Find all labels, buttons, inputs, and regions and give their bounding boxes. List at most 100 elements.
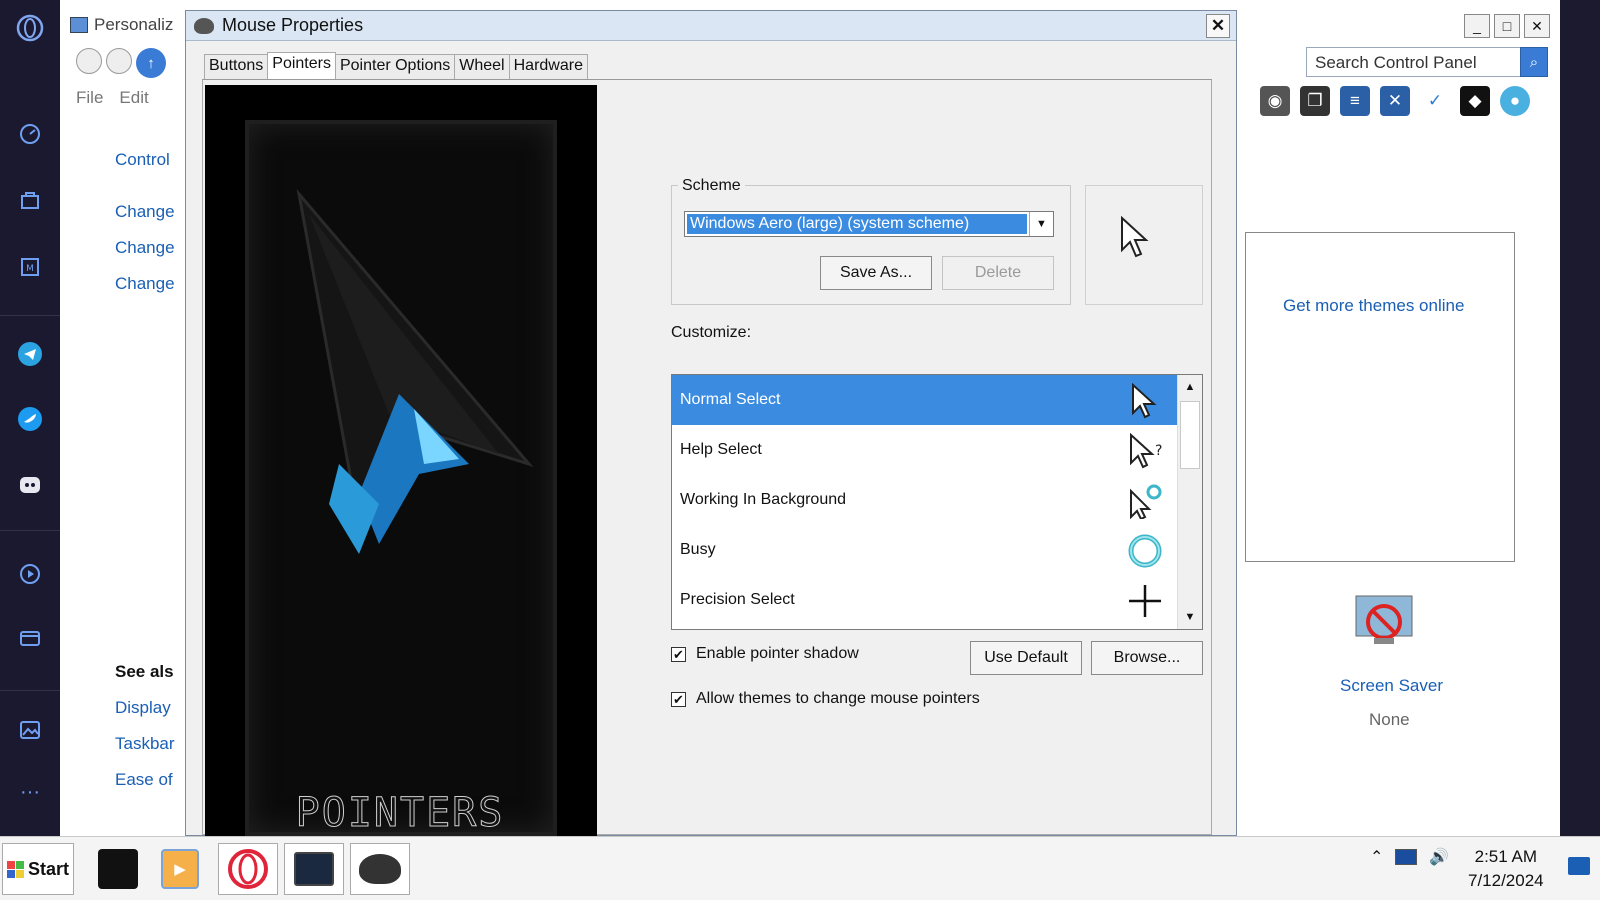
speed-dial-icon[interactable] <box>14 118 46 150</box>
enable-shadow-row[interactable]: ✔ Enable pointer shadow <box>671 645 859 663</box>
tray-expand-icon[interactable]: ⌃ <box>1370 847 1383 867</box>
artwork-frame <box>245 120 557 836</box>
dialog-close-button[interactable]: ✕ <box>1206 14 1230 38</box>
shopping-icon[interactable] <box>14 184 46 216</box>
start-button[interactable]: Start <box>2 843 74 895</box>
twitter-icon[interactable] <box>14 403 46 435</box>
change-link-1[interactable]: Change <box>115 202 175 222</box>
more-icon[interactable]: ··· <box>14 776 46 808</box>
minimize-button[interactable]: _ <box>1464 14 1490 38</box>
notifications-icon[interactable] <box>1568 857 1590 875</box>
clock-time: 2:51 AM <box>1474 847 1537 866</box>
screen-saver-value: None <box>1369 710 1410 729</box>
scroll-up-icon[interactable]: ▲ <box>1178 375 1202 399</box>
tab-buttons[interactable]: Buttons <box>204 54 269 81</box>
opera-logo-icon[interactable] <box>14 12 46 44</box>
system-clock[interactable]: 2:51 AM 7/12/2024 <box>1468 845 1544 893</box>
camera-icon[interactable]: ◉ <box>1260 86 1290 116</box>
opera-icon <box>228 849 268 889</box>
taskbar-app-1[interactable] <box>88 843 148 895</box>
back-button[interactable] <box>76 48 102 74</box>
mouse-app-icon <box>359 854 401 884</box>
see-also-heading: See als <box>115 662 174 681</box>
tab-pointers[interactable]: Pointers <box>267 52 336 79</box>
get-more-themes-link[interactable]: Get more themes online <box>1283 296 1464 316</box>
scroll-down-icon[interactable]: ▼ <box>1178 605 1202 629</box>
browser-sidebar: M ··· <box>0 0 60 836</box>
pointer-list[interactable]: Normal Select Help Select ? Working In B… <box>671 374 1203 630</box>
globe-icon[interactable]: ● <box>1500 86 1530 116</box>
clock-date: 7/12/2024 <box>1468 871 1544 890</box>
dialog-titlebar[interactable]: Mouse Properties ✕ <box>186 11 1236 41</box>
tag-icon[interactable]: ◆ <box>1460 86 1490 116</box>
taskbar-mouse-properties[interactable] <box>350 843 410 895</box>
taskbar-app-2[interactable]: ▶ <box>150 843 210 895</box>
arrow-cursor-icon <box>1132 383 1157 419</box>
mouse-icon <box>194 17 214 34</box>
discord-icon[interactable] <box>14 469 46 501</box>
close-button[interactable]: ✕ <box>1524 14 1550 38</box>
display-link[interactable]: Display <box>115 698 171 718</box>
list-item[interactable]: Help Select ? <box>672 425 1177 475</box>
busy-cursor-icon <box>1128 534 1162 568</box>
wallet-icon[interactable] <box>14 622 46 654</box>
checkmark-icon[interactable]: ✓ <box>1420 86 1450 116</box>
list-item[interactable]: Busy <box>672 525 1177 575</box>
tab-wheel[interactable]: Wheel <box>454 54 510 81</box>
control-panel-home-link[interactable]: Control <box>115 150 170 170</box>
ease-of-access-link[interactable]: Ease of <box>115 770 173 790</box>
allow-themes-label: Allow themes to change mouse pointers <box>696 690 980 707</box>
list-item[interactable]: Precision Select <box>672 575 1177 625</box>
scroll-thumb[interactable] <box>1180 401 1200 469</box>
document-icon[interactable]: ≡ <box>1340 86 1370 116</box>
volume-icon[interactable]: 🔊 <box>1429 847 1449 867</box>
player-icon[interactable] <box>14 558 46 590</box>
taskbar-opera[interactable] <box>218 843 278 895</box>
menu-file[interactable]: File <box>76 88 103 108</box>
browse-button[interactable]: Browse... <box>1091 641 1203 675</box>
network-icon[interactable] <box>1395 849 1418 865</box>
enable-shadow-checkbox[interactable]: ✔ <box>671 646 686 662</box>
menu-edit[interactable]: Edit <box>119 88 148 108</box>
chip-icon[interactable]: M <box>14 251 46 283</box>
tab-pointer-options[interactable]: Pointer Options <box>334 54 456 81</box>
save-as-button[interactable]: Save As... <box>820 256 932 290</box>
copy-icon[interactable]: ❐ <box>1300 86 1330 116</box>
maximize-button[interactable]: □ <box>1494 14 1520 38</box>
enable-shadow-label: Enable pointer shadow <box>696 645 859 662</box>
screen-saver-icon[interactable] <box>1352 592 1418 652</box>
forward-button[interactable] <box>106 48 132 74</box>
allow-themes-row[interactable]: ✔ Allow themes to change mouse pointers <box>671 690 980 708</box>
list-item[interactable]: Normal Select <box>672 375 1177 425</box>
tab-bar: Buttons Pointers Pointer Options Wheel H… <box>204 52 588 81</box>
toolbar-icons: ◉ ❐ ≡ ✕ ✓ ◆ ● <box>1260 86 1530 116</box>
arrow-cursor-preview-icon <box>1121 216 1149 258</box>
taskbar-control-panel[interactable] <box>284 843 344 895</box>
telegram-icon[interactable] <box>14 338 46 370</box>
list-scrollbar[interactable]: ▲ ▼ <box>1177 375 1202 629</box>
chevron-down-icon[interactable]: ▼ <box>1029 212 1053 236</box>
control-panel-icon <box>294 852 334 886</box>
allow-themes-checkbox[interactable]: ✔ <box>671 691 686 707</box>
up-button[interactable]: ↑ <box>136 48 166 78</box>
scheme-selected-value: Windows Aero (large) (system scheme) <box>687 214 1027 234</box>
list-item[interactable]: Working In Background <box>672 475 1177 525</box>
search-icon[interactable]: ⌕ <box>1520 47 1548 77</box>
use-default-button[interactable]: Use Default <box>970 641 1082 675</box>
scheme-dropdown[interactable]: Windows Aero (large) (system scheme) ▼ <box>684 211 1054 237</box>
system-tray: ⌃ 🔊 <box>1370 847 1449 867</box>
screen-saver-label[interactable]: Screen Saver <box>1340 676 1443 696</box>
themes-list[interactable] <box>1245 232 1515 562</box>
change-link-2[interactable]: Change <box>115 238 175 258</box>
tab-hardware[interactable]: Hardware <box>508 54 588 81</box>
scheme-label: Scheme <box>678 177 745 195</box>
taskbar: Start ▶ ⌃ 🔊 2:51 AM 7/12/2024 <box>0 836 1600 900</box>
delete-button[interactable]: Delete <box>942 256 1054 290</box>
search-input[interactable]: Search Control Panel <box>1306 47 1538 77</box>
taskbar-link[interactable]: Taskbar <box>115 734 175 754</box>
gallery-icon[interactable] <box>14 714 46 746</box>
help-cursor-icon: ? <box>1130 433 1162 469</box>
change-link-3[interactable]: Change <box>115 274 175 294</box>
personalization-icon <box>70 17 88 33</box>
delete-x-icon[interactable]: ✕ <box>1380 86 1410 116</box>
